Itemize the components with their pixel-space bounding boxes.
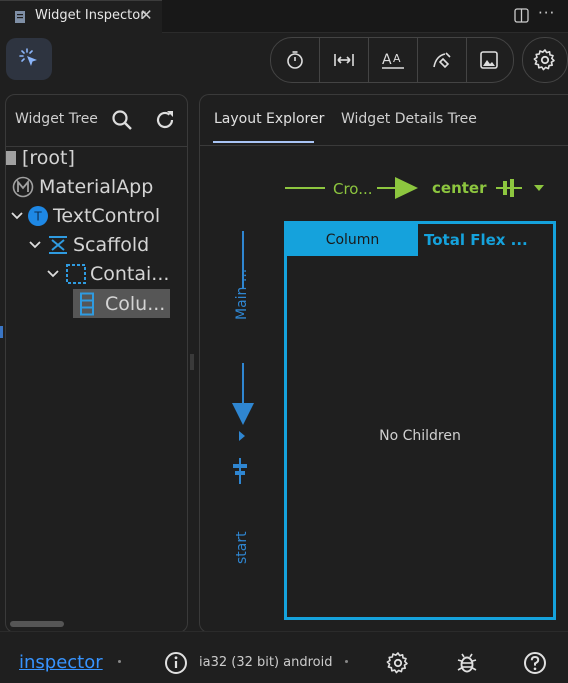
horizontal-scrollbar[interactable] xyxy=(10,621,64,627)
tab-widget-details-tree[interactable]: Widget Details Tree xyxy=(341,111,477,127)
repaint-icon xyxy=(433,52,451,69)
column-icon xyxy=(80,292,94,315)
tree-node-label: TextControl xyxy=(53,205,161,227)
invert-images-button[interactable] xyxy=(465,38,513,82)
editor-tab-bar: Widget Inspector ✕ ··· xyxy=(0,0,568,33)
active-tab-indicator xyxy=(213,141,314,143)
status-bar: inspector ia32 (32 bit) android xyxy=(0,631,568,683)
file-icon xyxy=(15,11,25,23)
refresh-icon[interactable] xyxy=(153,108,177,132)
bug-icon[interactable] xyxy=(455,651,479,675)
inspector-toolbar: A A xyxy=(270,37,514,83)
show-guidelines-button[interactable] xyxy=(320,38,368,82)
info-icon[interactable] xyxy=(164,651,188,675)
search-icon[interactable] xyxy=(110,108,134,132)
svg-text:A: A xyxy=(393,52,401,65)
layout-explorer-panel: Layout Explorer Widget Details Tree Cro.… xyxy=(199,94,568,633)
widget-tree-panel: Widget Tree [root] MaterialApp T TextCon… xyxy=(5,94,188,633)
chevron-down-icon[interactable] xyxy=(10,209,24,223)
tree-node-root[interactable]: [root] xyxy=(6,145,75,171)
tree-node-scaffold[interactable]: Scaffold xyxy=(28,232,149,258)
separator-dot xyxy=(345,660,348,663)
tree-node-textcontrol[interactable]: T TextControl xyxy=(10,203,160,229)
tree-node-label: Contai... xyxy=(90,263,170,285)
tree-node-label: MaterialApp xyxy=(39,176,154,198)
t-circle-icon: T xyxy=(28,206,48,226)
gear-icon xyxy=(533,49,555,71)
main-axis-value: start xyxy=(234,531,250,564)
main-axis-alignment-dropdown[interactable] xyxy=(228,429,254,489)
main-axis-arrow xyxy=(232,231,254,425)
gear-icon[interactable] xyxy=(386,651,410,675)
material-m-icon xyxy=(12,176,34,198)
align-start-icon xyxy=(233,458,247,484)
dropdown-arrow-icon xyxy=(239,431,245,441)
tree-node-materialapp[interactable]: MaterialApp xyxy=(12,174,153,200)
close-icon[interactable]: ✕ xyxy=(140,6,153,24)
widget-type-tag: Column xyxy=(287,224,418,256)
inspector-link[interactable]: inspector xyxy=(19,652,103,673)
tree-node-container[interactable]: Contai... xyxy=(46,261,169,287)
repaint-rainbow-button[interactable] xyxy=(418,38,466,82)
width-icon xyxy=(334,54,354,66)
empty-state-text: No Children xyxy=(379,428,461,444)
timer-icon xyxy=(287,51,303,69)
chevron-down-icon[interactable] xyxy=(46,267,60,281)
dropdown-arrow-icon xyxy=(534,185,544,191)
tree-node-label: [root] xyxy=(22,147,75,169)
help-icon[interactable] xyxy=(523,651,547,675)
tree-node-label: Scaffold xyxy=(73,234,150,256)
image-icon xyxy=(480,51,498,69)
show-baselines-button[interactable]: A A xyxy=(369,38,417,82)
tab-widget-inspector[interactable]: Widget Inspector ✕ xyxy=(0,0,162,33)
cross-axis-alignment-dropdown[interactable] xyxy=(493,175,553,201)
tab-layout-explorer[interactable]: Layout Explorer xyxy=(214,111,324,127)
selection-indicator xyxy=(0,326,3,338)
select-widget-mode-button[interactable] xyxy=(6,38,52,80)
widget-tree-title: Widget Tree xyxy=(15,111,98,127)
container-icon xyxy=(66,264,86,284)
tree-node-label: Colu... xyxy=(105,292,166,315)
svg-text:A: A xyxy=(382,52,392,68)
cross-axis-value: center xyxy=(432,179,487,197)
split-editor-icon[interactable] xyxy=(514,8,529,23)
total-flex-label: Total Flex ... xyxy=(424,231,528,249)
chevron-down-icon[interactable] xyxy=(28,238,42,252)
column-layout-box[interactable]: Column Total Flex ... No Children xyxy=(284,221,556,620)
device-platform: ia32 (32 bit) android xyxy=(199,655,333,670)
root-square-icon xyxy=(6,151,16,165)
select-widget-icon xyxy=(19,48,37,66)
main-axis-label: Main ... xyxy=(234,268,250,320)
cross-axis-label: Cro... xyxy=(333,180,373,198)
settings-button[interactable] xyxy=(522,37,568,83)
svg-text:T: T xyxy=(33,210,42,224)
slow-animations-button[interactable] xyxy=(271,38,319,82)
align-center-icon xyxy=(496,179,522,197)
tree-node-column[interactable]: Colu... xyxy=(73,289,170,318)
splitter-handle[interactable] xyxy=(190,354,194,370)
separator-dot xyxy=(118,660,121,663)
tab-title: Widget Inspector xyxy=(35,8,146,23)
more-actions-icon[interactable]: ··· xyxy=(538,4,555,22)
scaffold-icon xyxy=(49,236,67,254)
font-icon: A A xyxy=(382,52,404,69)
